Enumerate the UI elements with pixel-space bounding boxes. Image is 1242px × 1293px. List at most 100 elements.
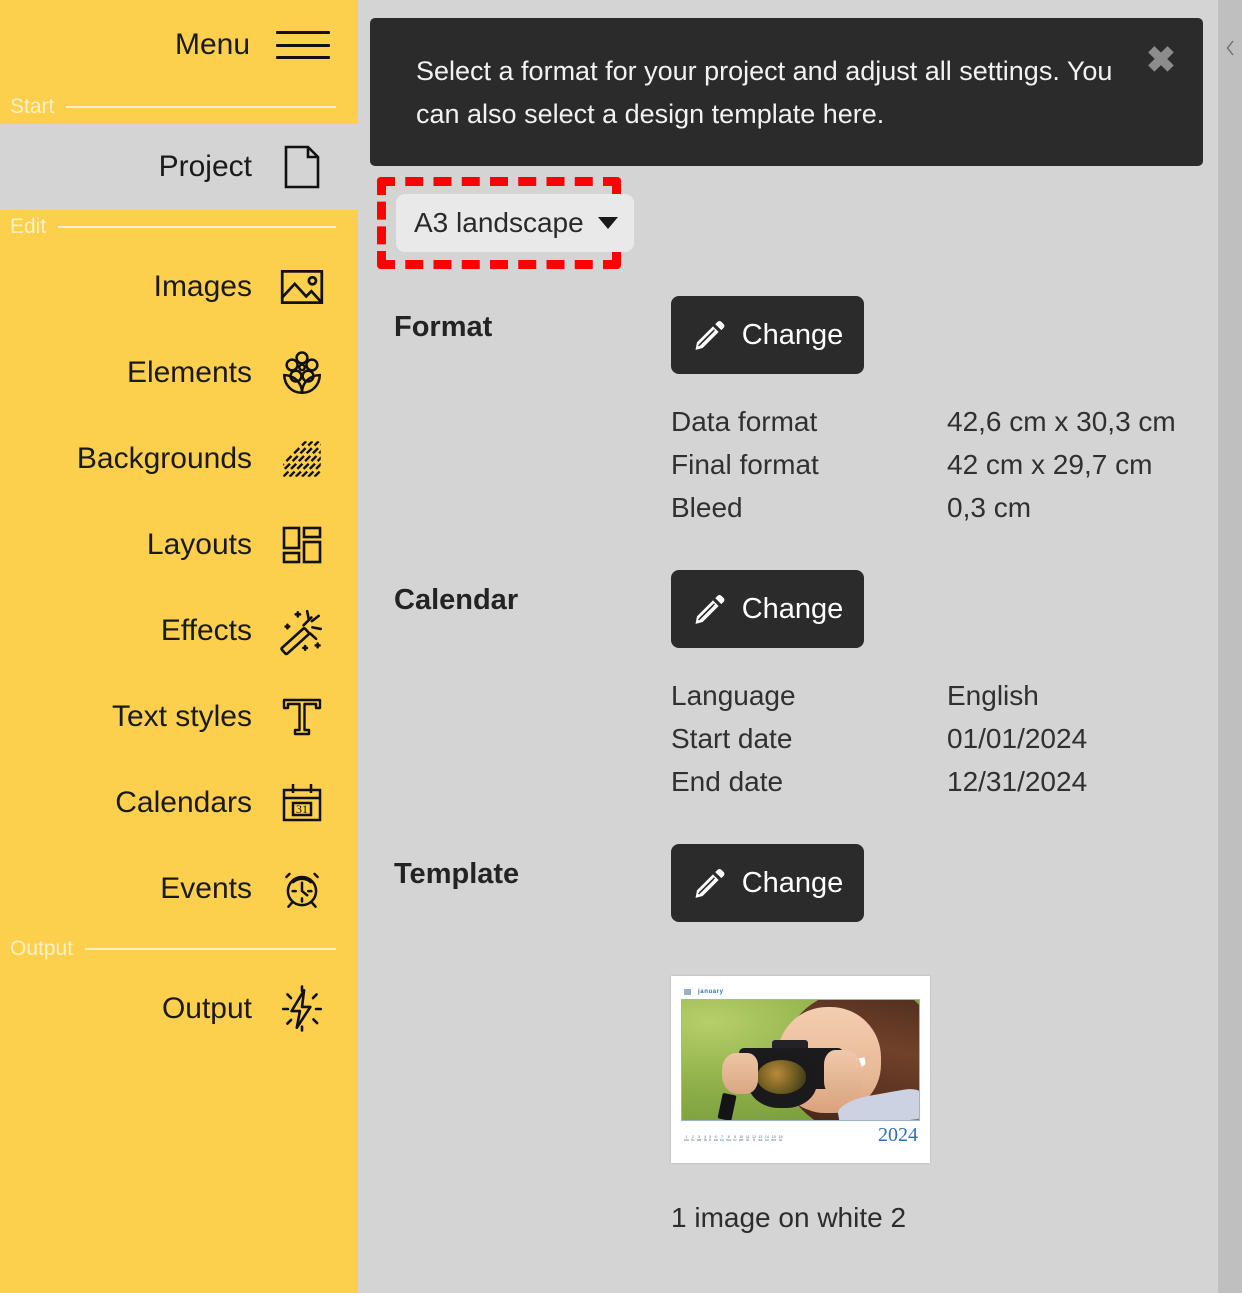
- day-cell: 14su: [765, 1136, 769, 1143]
- sidebar-item-layouts[interactable]: Layouts: [0, 502, 358, 588]
- sidebar-item-label: Elements: [127, 356, 252, 390]
- day-weekday: tu: [734, 1139, 737, 1143]
- sidebar-item-label: Output: [162, 992, 252, 1026]
- sidebar-item-label: Project: [159, 150, 252, 184]
- format-dropdown-value: A3 landscape: [414, 207, 584, 239]
- change-template-button[interactable]: Change: [671, 844, 864, 922]
- day-cell: 2tu: [691, 1136, 694, 1143]
- sidebar-item-label: Effects: [161, 614, 252, 648]
- main-panel: Select a format for your project and adj…: [358, 0, 1242, 1293]
- day-cell: 15mo: [771, 1136, 776, 1143]
- day-weekday: fr: [753, 1139, 755, 1143]
- change-button-label: Change: [742, 319, 844, 352]
- sidebar-item-output[interactable]: Output: [0, 966, 358, 1052]
- day-cell: 12fr: [752, 1136, 756, 1143]
- photo-left-hand: [722, 1053, 758, 1094]
- sidebar-section-output: Output: [0, 932, 358, 966]
- template-photo: [681, 999, 920, 1121]
- change-format-button[interactable]: Change: [671, 296, 864, 374]
- day-cell: 4th: [704, 1136, 707, 1143]
- block-title: Format: [394, 311, 492, 344]
- row-key: Start date: [671, 723, 947, 755]
- day-weekday: we: [739, 1139, 744, 1143]
- info-banner: Select a format for your project and adj…: [370, 18, 1203, 166]
- table-row: Bleed 0,3 cm: [671, 486, 1176, 529]
- menu-label: Menu: [175, 28, 250, 62]
- day-cell: 16tu: [779, 1136, 783, 1143]
- svg-text:31: 31: [296, 802, 308, 816]
- day-cell: 11th: [746, 1136, 750, 1143]
- template-caption: 1 image on white 2: [671, 1202, 906, 1234]
- info-banner-text: Select a format for your project and adj…: [416, 50, 1143, 136]
- day-weekday: tu: [691, 1139, 694, 1143]
- day-cell: 8mo: [726, 1136, 731, 1143]
- template-month-label: january: [698, 989, 724, 995]
- sidebar-item-label: Text styles: [112, 700, 252, 734]
- sidebar-item-label: Layouts: [147, 528, 252, 562]
- row-value: English: [947, 680, 1039, 712]
- app-root: Menu Start Project Edit Images: [0, 0, 1242, 1293]
- day-weekday: th: [704, 1139, 707, 1143]
- calendar-values: Language English Start date 01/01/2024 E…: [671, 674, 1087, 803]
- format-dropdown[interactable]: A3 landscape: [396, 194, 634, 252]
- template-month-header: january: [681, 985, 920, 998]
- hamburger-icon[interactable]: [276, 27, 330, 63]
- block-title: Template: [394, 858, 519, 891]
- day-weekday: we: [697, 1139, 702, 1143]
- sidebar-item-label: Calendars: [115, 786, 252, 820]
- image-icon: [276, 261, 328, 313]
- day-cell: 13sa: [758, 1136, 762, 1143]
- sidebar-menu-button[interactable]: Menu: [0, 0, 358, 90]
- sidebar-item-images[interactable]: Images: [0, 244, 358, 330]
- table-row: Data format 42,6 cm x 30,3 cm: [671, 400, 1176, 443]
- export-burst-icon: [276, 983, 328, 1035]
- sidebar-item-backgrounds[interactable]: Backgrounds: [0, 416, 358, 502]
- row-value: 12/31/2024: [947, 766, 1087, 798]
- section-label: Output: [10, 937, 73, 961]
- sidebar: Menu Start Project Edit Images: [0, 0, 358, 1293]
- sidebar-item-elements[interactable]: Elements: [0, 330, 358, 416]
- pencil-icon: [692, 866, 726, 900]
- table-row: End date 12/31/2024: [671, 760, 1087, 803]
- layout-grid-icon: [276, 519, 328, 571]
- day-list: 1mo2tu3we4th5fr6sa7su8mo9tu10we11th12fr1…: [684, 1136, 783, 1146]
- photo-lens-glass: [757, 1060, 807, 1094]
- row-key: Data format: [671, 406, 947, 438]
- format-values: Data format 42,6 cm x 30,3 cm Final form…: [671, 400, 1176, 529]
- pencil-icon: [692, 318, 726, 352]
- table-row: Start date 01/01/2024: [671, 717, 1087, 760]
- sidebar-item-project[interactable]: Project: [0, 124, 358, 210]
- sidebar-item-effects[interactable]: Effects: [0, 588, 358, 674]
- pencil-icon: [692, 592, 726, 626]
- day-cell: 6sa: [714, 1136, 718, 1143]
- chevron-left-icon[interactable]: [1224, 38, 1236, 58]
- day-weekday: sa: [714, 1139, 718, 1143]
- template-logo-mark: [684, 989, 691, 995]
- row-key: End date: [671, 766, 947, 798]
- row-value: 0,3 cm: [947, 492, 1031, 524]
- table-row: Language English: [671, 674, 1087, 717]
- flower-icon: [276, 347, 328, 399]
- collapse-rail[interactable]: [1218, 0, 1242, 1293]
- sidebar-item-events[interactable]: Events: [0, 846, 358, 932]
- template-thumbnail[interactable]: january: [671, 976, 930, 1163]
- section-divider: [58, 226, 336, 228]
- sidebar-item-calendars[interactable]: Calendars 31: [0, 760, 358, 846]
- day-cell: 5fr: [709, 1136, 711, 1143]
- day-cell: 9tu: [734, 1136, 737, 1143]
- sidebar-item-label: Events: [160, 872, 252, 906]
- sidebar-item-text-styles[interactable]: Text styles: [0, 674, 358, 760]
- row-value: 42,6 cm x 30,3 cm: [947, 406, 1176, 438]
- alarm-clock-icon: [276, 863, 328, 915]
- day-weekday: mo: [726, 1139, 731, 1143]
- day-weekday: fr: [709, 1139, 711, 1143]
- section-divider: [85, 948, 336, 950]
- template-date-strip: 1mo2tu3we4th5fr6sa7su8mo9tu10we11th12fr1…: [681, 1121, 920, 1147]
- close-icon[interactable]: ✖: [1141, 40, 1181, 80]
- change-calendar-button[interactable]: Change: [671, 570, 864, 648]
- day-weekday: su: [720, 1139, 724, 1143]
- day-weekday: sa: [759, 1139, 763, 1143]
- hatch-pattern-icon: [276, 433, 328, 485]
- table-row: Final format 42 cm x 29,7 cm: [671, 443, 1176, 486]
- day-cell: 7su: [720, 1136, 724, 1143]
